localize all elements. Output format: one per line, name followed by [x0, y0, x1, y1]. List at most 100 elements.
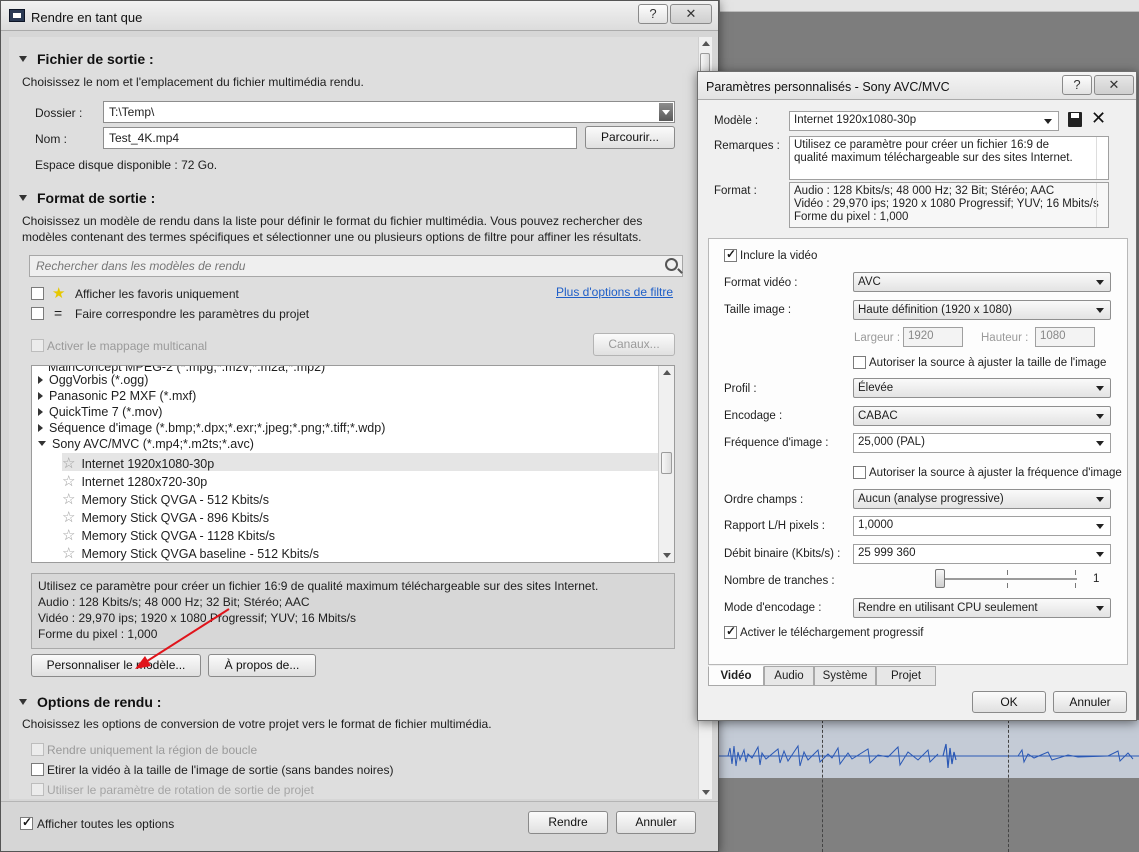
tab-video[interactable]: Vidéo	[708, 666, 764, 686]
frame-size-dropdown[interactable]: Haute définition (1920 x 1080)	[853, 300, 1111, 320]
profile-dropdown[interactable]: Élevée	[853, 378, 1111, 398]
multichannel-checkbox[interactable]	[31, 339, 44, 352]
progressive-download-checkbox[interactable]	[724, 624, 737, 639]
encoding-dropdown[interactable]: CABAC	[853, 406, 1111, 426]
show-all-options-checkbox[interactable]	[20, 815, 33, 830]
folder-dropdown[interactable]: T:\Temp\	[103, 101, 675, 123]
stretch-video-checkbox[interactable]	[31, 763, 44, 776]
dropdown-arrow-icon[interactable]	[1096, 308, 1104, 313]
format-scrollbar[interactable]	[1096, 183, 1108, 227]
scrollbar-thumb[interactable]	[661, 452, 672, 474]
cancel-button[interactable]: Annuler	[1053, 691, 1127, 713]
tree-item-sony-avc[interactable]: Sony AVC/MVC (*.mp4;*.m2ts;*.avc)	[38, 437, 254, 453]
render-template-tree[interactable]: MainConcept MPEG-2 (*.mpg;*.m2v;*.m2a;*.…	[31, 365, 675, 563]
channels-button[interactable]: Canaux...	[593, 333, 675, 356]
template-item-selected[interactable]: ☆ Internet 1920x1080-30p	[62, 453, 658, 472]
help-button[interactable]: ?	[638, 4, 668, 24]
favorite-star-icon[interactable]: ☆	[62, 527, 75, 544]
expand-arrow-icon[interactable]	[38, 424, 43, 432]
scroll-up-icon[interactable]	[702, 41, 710, 46]
dropdown-arrow-icon[interactable]	[1096, 441, 1104, 446]
template-search-input[interactable]: Rechercher dans les modèles de rendu	[29, 255, 683, 277]
close-button[interactable]: ✕	[1094, 75, 1134, 95]
output-format-heading[interactable]: Format de sortie :	[19, 190, 155, 206]
save-icon[interactable]	[1068, 112, 1082, 127]
collapse-arrow-icon[interactable]	[38, 441, 46, 446]
favorite-star-icon[interactable]: ☆	[62, 455, 75, 472]
render-as-titlebar[interactable]: Rendre en tant que ? ✕	[1, 1, 718, 31]
close-button[interactable]: ✕	[670, 4, 712, 24]
remarks-scrollbar[interactable]	[1096, 137, 1108, 179]
dropdown-arrow-icon[interactable]	[1096, 552, 1104, 557]
background-audio-track	[718, 720, 1139, 778]
more-filter-options-link[interactable]: Plus d'options de filtre	[556, 285, 673, 299]
model-dropdown[interactable]: Internet 1920x1080-30p	[789, 111, 1059, 131]
dropdown-arrow-icon[interactable]	[659, 103, 673, 121]
width-input[interactable]: 1920	[903, 327, 963, 347]
template-item[interactable]: ☆ Memory Stick QVGA - 512 Kbits/s	[62, 490, 269, 508]
include-video-label: Inclure la vidéo	[740, 250, 818, 262]
tree-item-panasonic[interactable]: Panasonic P2 MXF (*.mxf)	[38, 389, 196, 405]
pixel-ratio-dropdown[interactable]: 1,0000	[853, 516, 1111, 536]
height-input[interactable]: 1080	[1035, 327, 1095, 347]
expand-arrow-icon[interactable]	[38, 408, 43, 416]
remarks-text: Utilisez ce paramètre pour créer un fich…	[789, 136, 1109, 180]
template-item[interactable]: ☆ Memory Stick QVGA baseline - 512 Kbits/…	[62, 544, 319, 562]
expand-arrow-icon[interactable]	[38, 392, 43, 400]
frame-rate-dropdown[interactable]: 25,000 (PAL)	[853, 433, 1111, 453]
allow-size-checkbox[interactable]	[853, 356, 866, 369]
custom-settings-title: Paramètres personnalisés - Sony AVC/MVC	[706, 80, 950, 94]
favorite-star-icon[interactable]: ☆	[62, 509, 75, 526]
cancel-button[interactable]: Annuler	[616, 811, 696, 834]
dropdown-arrow-icon[interactable]	[1096, 280, 1104, 285]
render-button[interactable]: Rendre	[528, 811, 608, 834]
file-name-input[interactable]: Test_4K.mp4	[103, 127, 577, 149]
tab-system[interactable]: Système	[814, 666, 876, 686]
video-settings-group: Inclure la vidéo Format vidéo : AVC Tail…	[708, 238, 1128, 665]
render-options-heading[interactable]: Options de rendu :	[19, 694, 161, 710]
field-order-dropdown[interactable]: Aucun (analyse progressive)	[853, 489, 1111, 509]
slices-slider-track[interactable]	[937, 578, 1077, 580]
tree-item-image-sequence[interactable]: Séquence d'image (*.bmp;*.dpx;*.exr;*.jp…	[38, 421, 385, 437]
search-icon[interactable]	[665, 258, 678, 271]
template-item[interactable]: ☆ Internet 1280x720-30p	[62, 472, 207, 490]
dropdown-arrow-icon[interactable]	[1096, 524, 1104, 529]
custom-settings-titlebar[interactable]: Paramètres personnalisés - Sony AVC/MVC …	[698, 72, 1136, 100]
video-format-dropdown[interactable]: AVC	[853, 272, 1111, 292]
template-item[interactable]: ☆ Memory Stick QVGA - 1128 Kbits/s	[62, 526, 275, 544]
dropdown-arrow-icon[interactable]	[1044, 119, 1052, 124]
template-item[interactable]: ☆ Memory Stick QVGA - 896 Kbits/s	[62, 508, 269, 526]
dropdown-arrow-icon[interactable]	[1096, 497, 1104, 502]
tab-audio[interactable]: Audio	[764, 666, 814, 686]
tree-item-quicktime[interactable]: QuickTime 7 (*.mov)	[38, 405, 162, 421]
dropdown-arrow-icon[interactable]	[1096, 386, 1104, 391]
browse-button[interactable]: Parcourir...	[585, 126, 675, 149]
slices-slider-thumb[interactable]	[935, 569, 945, 588]
template-tree-scrollbar[interactable]	[658, 366, 674, 562]
expand-arrow-icon[interactable]	[38, 376, 43, 384]
favorite-star-icon[interactable]: ☆	[62, 545, 75, 562]
encode-mode-dropdown[interactable]: Rendre en utilisant CPU seulement	[853, 598, 1111, 618]
dropdown-arrow-icon[interactable]	[1096, 606, 1104, 611]
match-project-checkbox[interactable]	[31, 307, 44, 320]
equals-icon: =	[54, 305, 63, 321]
ok-button[interactable]: OK	[972, 691, 1046, 713]
favorites-only-checkbox[interactable]	[31, 287, 44, 300]
help-button[interactable]: ?	[1062, 75, 1092, 95]
multichannel-label: Activer le mappage multicanal	[47, 339, 208, 353]
tree-item-oggvorbis[interactable]: OggVorbis (*.ogg)	[38, 373, 148, 389]
rotation-checkbox[interactable]	[31, 783, 44, 796]
output-file-heading[interactable]: Fichier de sortie :	[19, 51, 154, 67]
bitrate-dropdown[interactable]: 25 999 360	[853, 544, 1111, 564]
include-video-checkbox[interactable]	[724, 247, 737, 262]
scroll-down-icon[interactable]	[702, 790, 710, 795]
allow-rate-checkbox[interactable]	[853, 466, 866, 479]
scroll-down-icon[interactable]	[663, 553, 671, 558]
scroll-up-icon[interactable]	[663, 370, 671, 375]
favorite-star-icon[interactable]: ☆	[62, 491, 75, 508]
loop-region-checkbox[interactable]	[31, 743, 44, 756]
favorite-star-icon[interactable]: ☆	[62, 473, 75, 490]
delete-icon[interactable]: ✕	[1091, 108, 1106, 129]
tab-project[interactable]: Projet	[876, 666, 936, 686]
dropdown-arrow-icon[interactable]	[1096, 414, 1104, 419]
